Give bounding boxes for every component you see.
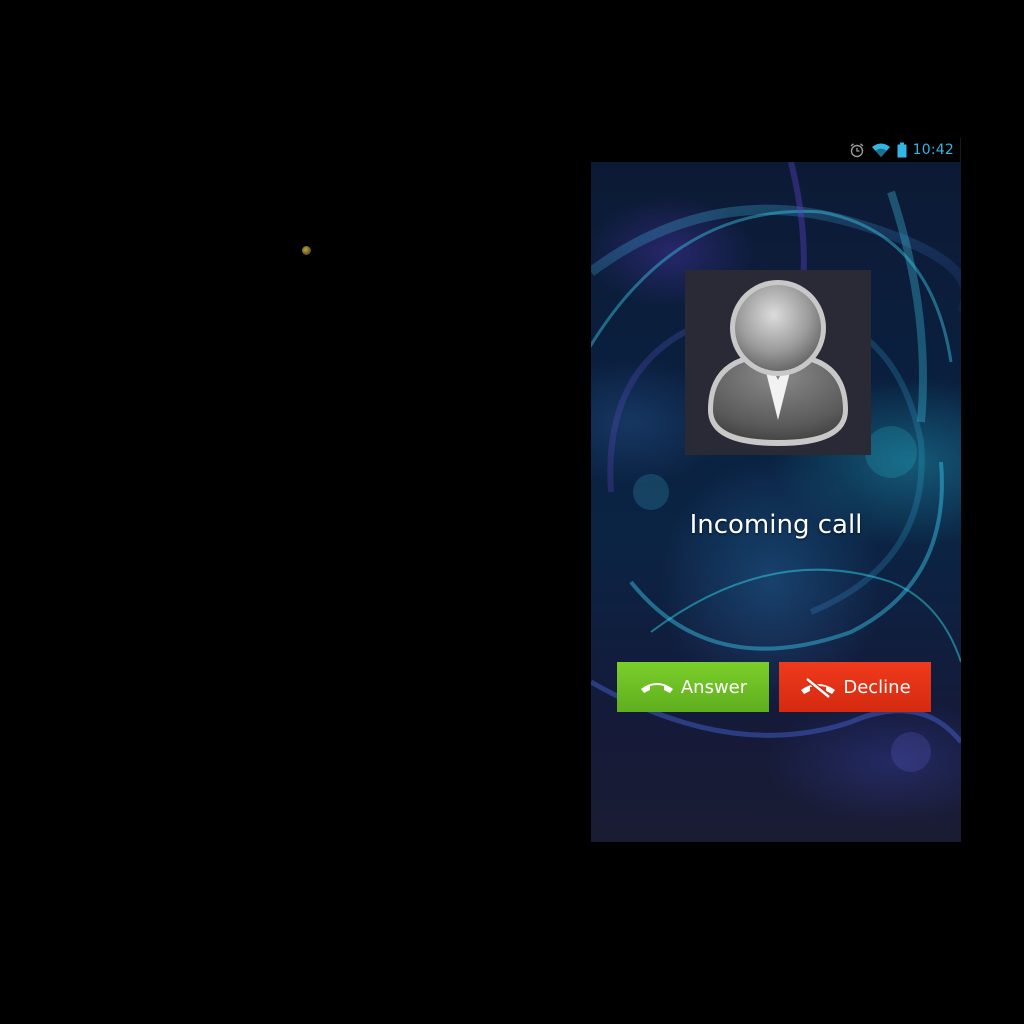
answer-label: Answer xyxy=(680,676,748,698)
status-time: 10:42 xyxy=(912,142,954,158)
notification-led xyxy=(302,246,311,255)
phone-hangup-icon xyxy=(799,676,837,698)
battery-icon xyxy=(897,141,907,159)
call-status-text: Incoming call xyxy=(689,510,863,540)
decline-button[interactable]: Decline xyxy=(779,662,931,712)
phone-handset-icon xyxy=(639,679,675,695)
incoming-call-screen: Incoming call Answer Decline xyxy=(591,162,961,842)
answer-button[interactable]: Answer xyxy=(617,662,769,712)
status-bar: 10:42 xyxy=(591,138,961,162)
wifi-icon xyxy=(871,141,891,159)
screen-stage: 10:42 Incoming call Answer Decline xyxy=(0,0,1024,1024)
alarm-icon xyxy=(849,141,865,159)
wallpaper xyxy=(591,162,961,772)
decline-label: Decline xyxy=(843,676,911,698)
default-contact-icon xyxy=(708,280,848,446)
contact-photo xyxy=(685,270,871,455)
